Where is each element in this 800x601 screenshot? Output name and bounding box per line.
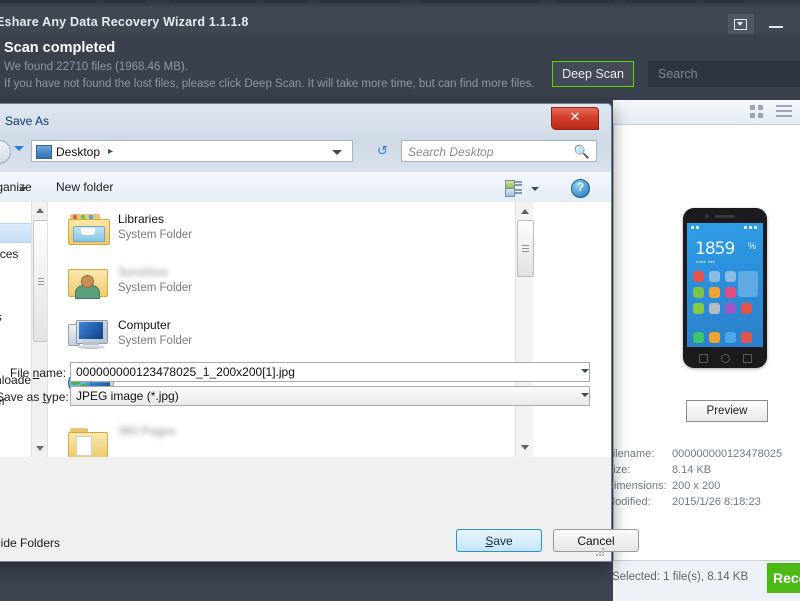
computer-icon: [68, 316, 110, 354]
toolbar-strip-seg: [320, 0, 400, 3]
search-input[interactable]: [648, 61, 800, 87]
user-folder-icon: [68, 263, 110, 301]
phone-weather: %: [747, 241, 756, 251]
chevron-down-icon[interactable]: [581, 369, 589, 373]
phone-date-text: ●●●● ●●●: [696, 259, 716, 264]
minimize-icon[interactable]: [764, 14, 790, 36]
dialog-search-placeholder: Search Desktop: [408, 145, 494, 159]
toolbar-strip-seg: [704, 0, 744, 3]
scroll-up-arrow-icon[interactable]: [520, 209, 529, 214]
address-path: Desktop: [56, 145, 101, 159]
restore-icon[interactable]: [728, 14, 754, 36]
views-icon[interactable]: [505, 180, 522, 197]
toolbar-strip-seg: [104, 0, 146, 3]
results-view-toolbar: [613, 100, 800, 125]
list-item[interactable]: 360 Pages: [48, 416, 593, 457]
resize-grip[interactable]: [596, 548, 605, 557]
app-title-bar: Eshare Any Data Recovery Wizard 1.1.1.8: [0, 6, 800, 36]
scroll-down-arrow-icon[interactable]: [36, 446, 44, 451]
toolbar-strip-seg: [0, 0, 96, 3]
file-list-scrollbar[interactable]: [515, 202, 534, 457]
filetype-select[interactable]: JPEG image (*.jpg): [70, 386, 590, 406]
scan-hint-text: If you have not found the lost files, pl…: [4, 78, 535, 90]
refresh-icon[interactable]: ↺: [377, 144, 393, 159]
address-bar[interactable]: Desktop ▸: [31, 140, 353, 162]
chevron-down-icon[interactable]: [19, 187, 27, 191]
navigation-pane-scrollbar[interactable]: [31, 202, 49, 457]
save-button[interactable]: Save: [456, 529, 542, 552]
list-item-name: Sunshine: [118, 265, 169, 279]
toolbar-strip-seg: [264, 0, 308, 3]
filename-label: File name:: [10, 366, 67, 380]
desktop-icon: [36, 145, 52, 159]
dialog-title: Save As: [5, 114, 50, 128]
list-item-type: System Folder: [118, 229, 193, 241]
detail-value-filename: 000000000123478025: [672, 448, 783, 460]
folder-icon: [68, 422, 110, 457]
hide-folders-button[interactable]: Hide Folders: [0, 536, 60, 550]
app-title: Eshare Any Data Recovery Wizard 1.1.1.8: [0, 15, 249, 29]
list-item-type: System Folder: [118, 335, 193, 347]
chevron-down-icon[interactable]: [531, 187, 539, 191]
chevron-down-icon[interactable]: [332, 150, 342, 155]
filename-input[interactable]: [70, 362, 590, 382]
list-item-name: Libraries: [118, 212, 165, 226]
file-preview-image: 1859 ●●●● ●●● %: [683, 208, 767, 368]
chevron-down-icon[interactable]: [14, 146, 26, 158]
scroll-down-arrow-icon[interactable]: [520, 445, 529, 450]
preview-button[interactable]: Preview: [686, 400, 768, 422]
phone-nav-buttons: [683, 353, 767, 363]
list-item-name: Computer: [118, 318, 171, 332]
toolbar-strip-seg: [420, 0, 540, 3]
recover-button[interactable]: Recover: [767, 563, 800, 593]
search-icon: 🔍: [573, 144, 590, 159]
toolbar-strip-seg: [556, 0, 614, 3]
phone-clock: 1859: [695, 239, 735, 259]
close-icon[interactable]: ✕: [551, 107, 599, 130]
grid-view-icon[interactable]: [750, 105, 764, 119]
file-list: Libraries System Folder Sunshine System …: [48, 202, 593, 457]
close-glyph: ✕: [569, 110, 581, 125]
list-item[interactable]: Libraries System Folder: [48, 204, 593, 257]
detail-label-filename: Filename:: [606, 448, 655, 460]
phone-widget: [738, 271, 758, 297]
save-as-dialog: Save As ✕ Desktop ▸ ↺ Search Desktop 🔍 O…: [0, 103, 612, 562]
list-item[interactable]: Computer System Folder: [48, 310, 593, 363]
toolbar-strip-seg: [170, 0, 256, 3]
scan-result-count: We found 22710 files (1968.46 MB).: [4, 61, 188, 73]
deep-scan-button[interactable]: Deep Scan: [552, 61, 634, 87]
detail-value-dimensions: 200 x 200: [672, 480, 721, 492]
scroll-up-arrow-icon[interactable]: [36, 208, 44, 213]
list-item[interactable]: Sunshine System Folder: [48, 257, 593, 310]
new-folder-button[interactable]: New folder: [56, 180, 113, 194]
dialog-search-input[interactable]: Search Desktop 🔍: [401, 140, 597, 162]
help-glyph: ?: [576, 180, 585, 194]
breadcrumb-separator: ▸: [108, 146, 114, 157]
scan-title: Scan completed: [4, 40, 116, 56]
phone-speaker: [715, 215, 735, 218]
scrollbar-thumb[interactable]: [517, 220, 534, 277]
selected-files-status: Selected: 1 file(s), 8.14 KB: [612, 571, 749, 583]
detail-value-modified: 2015/1/26 8:18:23: [672, 496, 761, 508]
list-item-type: System Folder: [118, 282, 193, 294]
list-view-icon[interactable]: [776, 105, 792, 119]
filetype-label: Save as type:: [0, 390, 69, 404]
chevron-down-icon[interactable]: [581, 393, 589, 397]
libraries-folder-icon: [68, 210, 110, 248]
list-item-name: 360 Pages: [118, 424, 176, 438]
detail-label-modified: Modified:: [606, 496, 651, 508]
detail-value-size: 8.14 KB: [672, 464, 712, 476]
detail-label-dimensions: Dimensions:: [606, 480, 667, 492]
toolbar-strip-seg: [626, 0, 696, 3]
phone-camera-dot: [705, 214, 709, 218]
help-icon[interactable]: ?: [571, 179, 590, 198]
